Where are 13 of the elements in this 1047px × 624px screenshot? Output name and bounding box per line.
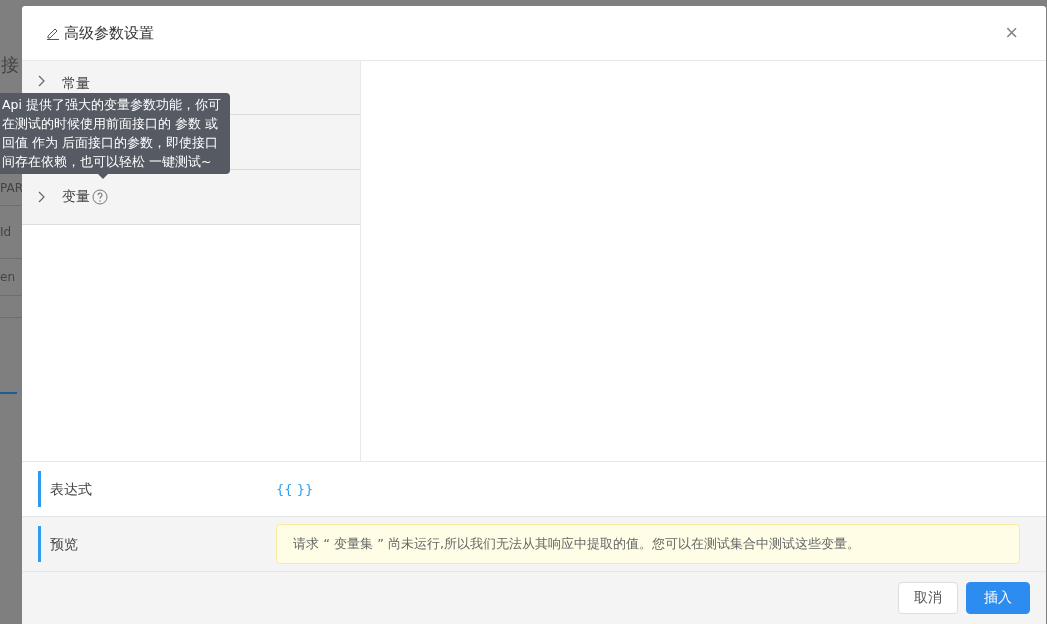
table-cell: Id	[0, 225, 12, 239]
table-cell: en	[0, 270, 15, 284]
tooltip-text: 间存在依赖，也可以轻松 一键测试~	[2, 153, 213, 171]
collapse-label: 常量	[62, 75, 90, 93]
tooltip-text: 在测试的时候使用前面接口的 参数 或	[2, 115, 219, 133]
collapse-label: 变量	[62, 188, 90, 206]
warning-notice: 请求 “ 变量集 ” 尚未运行,所以我们无法从其响应中提取的值。您可以在测试集合中测试这些变量。	[276, 524, 1020, 564]
expression-label: 表达式	[38, 471, 276, 507]
tooltip-text: 回值 作为 后面接口的参数，即使接口	[2, 134, 219, 152]
dialog-title: 高级参数设置	[64, 23, 154, 43]
page-heading: 接	[1, 53, 19, 77]
table-header: PAR	[0, 181, 23, 195]
expression-value: {{ }}	[276, 481, 314, 497]
